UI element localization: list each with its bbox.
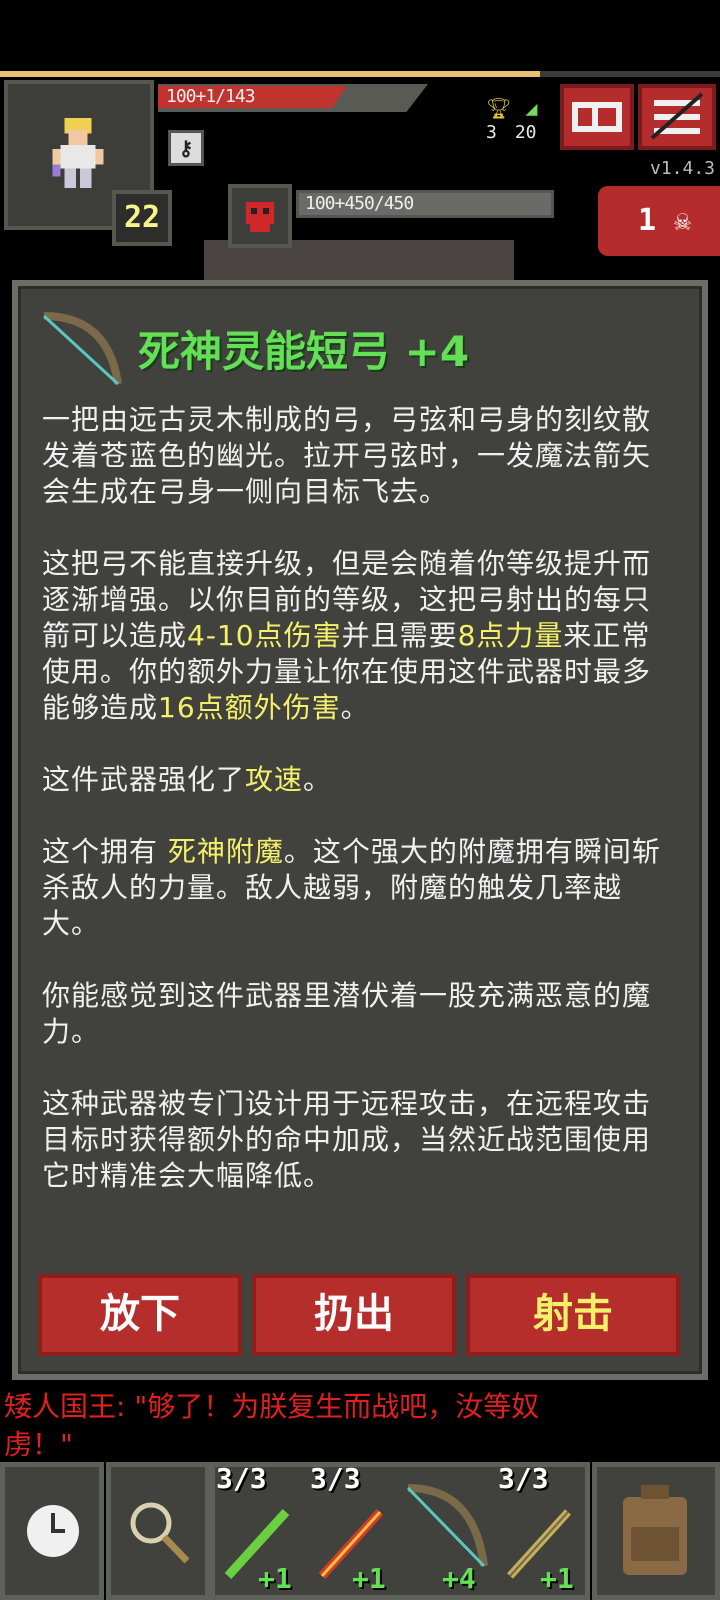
enemy-skull-icon (246, 202, 274, 232)
item-description: 一把由远古灵木制成的弓，弓弦和弓身的刻纹散发着苍蓝色的幽光。拉开弓弦时，一发魔法… (42, 402, 676, 1230)
menu-icon (650, 92, 704, 140)
trophy-count: 3 (486, 122, 497, 143)
backpack-button[interactable] (592, 1462, 720, 1600)
description-text: 你能感觉到这件武器里潜伏着一股充满恶意的魔力。 (42, 979, 652, 1048)
description-paragraph: 一把由远古灵木制成的弓，弓弦和弓身的刻纹散发着苍蓝色的幽光。拉开弓弦时，一发魔法… (42, 402, 676, 510)
quickslot-1-upgrade: +1 (258, 1562, 292, 1595)
description-paragraph: 这个拥有 死神附魔。这个强大的附魔拥有瞬间斩杀敌人的力量。敌人越弱，附魔的触发几… (42, 834, 676, 942)
journal-button[interactable] (560, 84, 634, 150)
xp-bar-fill (0, 71, 540, 77)
shoot-button[interactable]: 射击 (466, 1274, 680, 1356)
magnifier-icon (130, 1502, 190, 1564)
skull-icon: ☠ (674, 204, 691, 237)
backpack-icon (623, 1485, 687, 1575)
clock-icon (27, 1505, 79, 1557)
stats-panel: 🏆︎ ◢ 3 20 (486, 96, 537, 143)
enemy-target-button[interactable] (228, 184, 292, 248)
version-label: v1.4.3 (650, 158, 716, 179)
hero-level-badge: 22 (112, 190, 172, 246)
description-paragraph: 这把弓不能直接升级，但是会随着你等级提升而逐渐增强。以你目前的等级，这把弓射出的… (42, 546, 676, 726)
description-text: 这件武器强化了 (42, 763, 246, 796)
quickslot-4-charges: 3/3 (498, 1462, 549, 1495)
highlight-text: 8点力量 (457, 619, 564, 652)
drop-button[interactable]: 放下 (38, 1274, 242, 1356)
menu-button[interactable] (638, 84, 716, 150)
description-text: 并且需要 (341, 619, 458, 652)
journal-icon (572, 102, 622, 132)
highlight-text: 攻速 (245, 763, 304, 796)
quickslot-2[interactable]: 3/3 +1 (306, 1462, 398, 1600)
danger-count: 1 (638, 203, 657, 238)
game-log-line: 矮人国王: "够了！为朕复生而战吧，汝等奴虏！" (4, 1390, 540, 1461)
highlight-text: 4-10点伤害 (187, 619, 342, 652)
stairs-icon: ◢ (525, 96, 538, 120)
description-paragraph: 你能感觉到这件武器里潜伏着一股充满恶意的魔力。 (42, 978, 676, 1050)
description-text: 这个拥有 (42, 835, 168, 868)
description-paragraph: 这种武器被专门设计用于远程攻击，在远程攻击目标时获得额外的命中加成，当然近战范围… (42, 1086, 676, 1194)
depth-count: 20 (514, 122, 537, 143)
highlight-text: 16点额外伤害 (158, 691, 341, 724)
hp-text: 100+1/143 (166, 86, 256, 107)
quickslot-1[interactable]: 3/3 +1 (212, 1462, 304, 1600)
quickslot-3[interactable]: +4 (400, 1462, 492, 1600)
description-text: 。 (340, 691, 370, 724)
description-text: 。 (303, 763, 333, 796)
item-title: 死神灵能短弓 +4 (138, 327, 470, 376)
highlight-text: 死神附魔 (167, 835, 284, 868)
quickslot-4-upgrade: +1 (540, 1562, 574, 1595)
quickslot-3-upgrade: +4 (442, 1562, 476, 1595)
description-text: 这种武器被专门设计用于远程攻击，在远程攻击目标时获得额外的命中加成，当然近战范围… (42, 1087, 652, 1192)
description-paragraph: 这件武器强化了攻速。 (42, 762, 676, 798)
search-button[interactable] (106, 1462, 210, 1600)
action-buttons: 放下 扔出 射击 (38, 1274, 680, 1356)
throw-button[interactable]: 扔出 (252, 1274, 456, 1356)
bow-icon (406, 1484, 488, 1568)
iron-key-icon: ⚷ (168, 130, 204, 166)
quickslot-2-upgrade: +1 (352, 1562, 386, 1595)
enemy-hp-bar: 100+450/450 (296, 190, 554, 218)
quickslot-2-charges: 3/3 (310, 1462, 361, 1495)
quickslot-1-charges: 3/3 (216, 1462, 267, 1495)
quickslot-4[interactable]: 3/3 +1 (494, 1462, 586, 1600)
wait-button[interactable] (0, 1462, 104, 1600)
description-text: 一把由远古灵木制成的弓，弓弦和弓身的刻纹散发着苍蓝色的幽光。拉开弓弦时，一发魔法… (42, 403, 652, 508)
hero-sprite (52, 118, 104, 188)
trophy-icon: 🏆︎ (486, 96, 512, 120)
bow-icon (42, 312, 122, 386)
danger-indicator-button[interactable]: 1 ☠ (598, 186, 720, 256)
